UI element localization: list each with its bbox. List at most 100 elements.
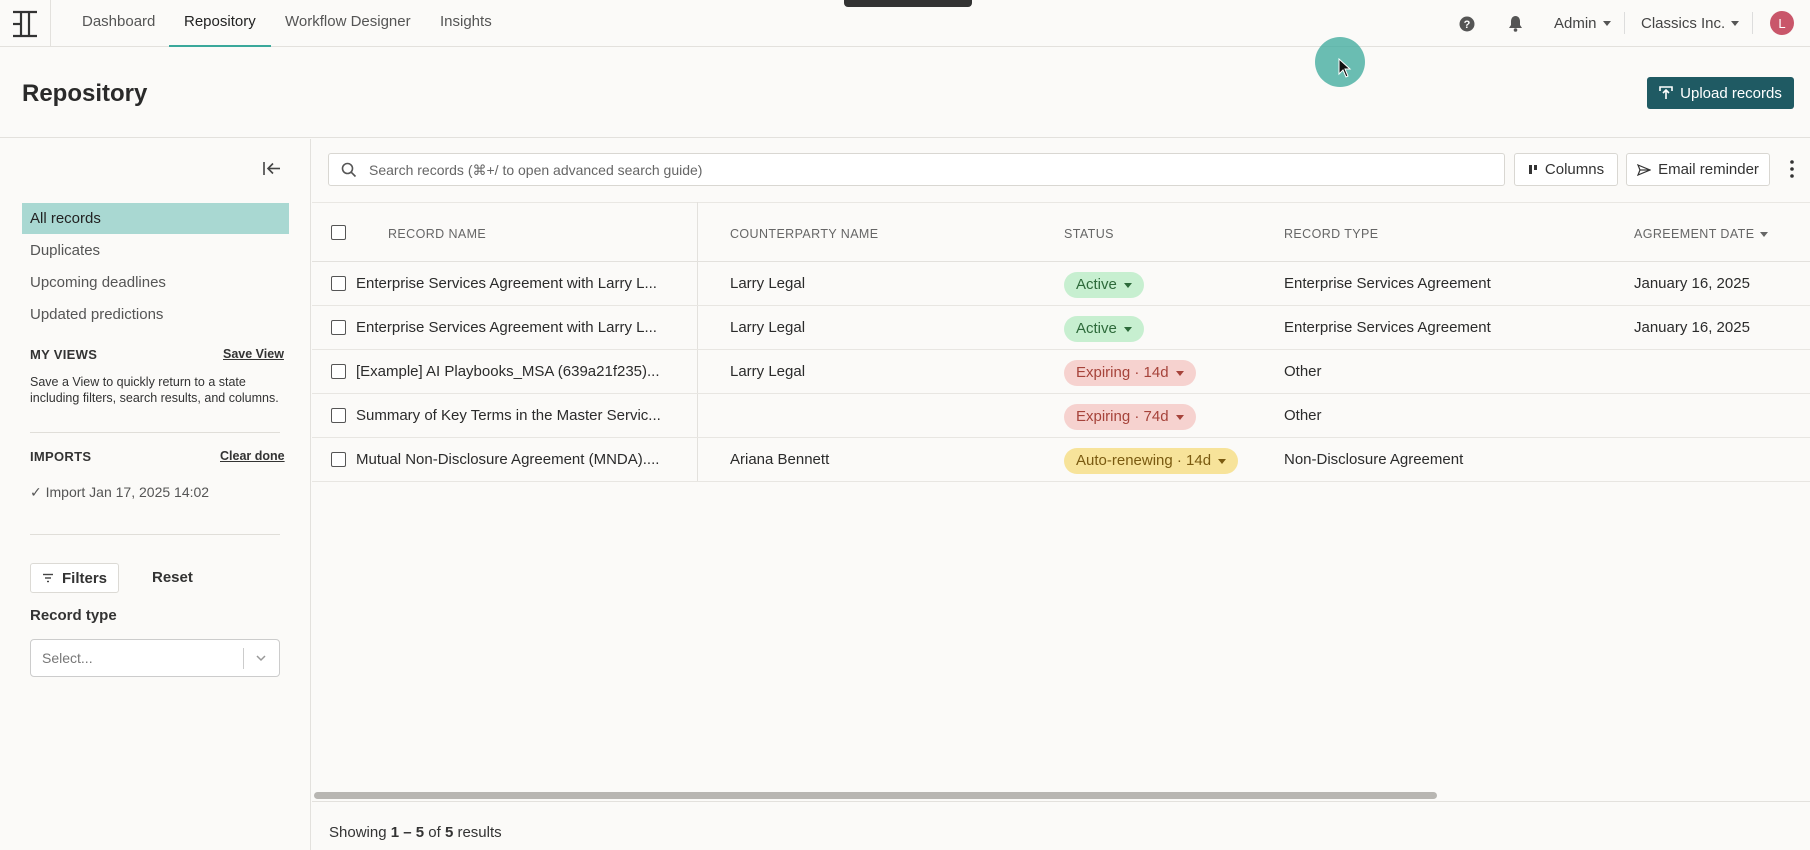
- send-icon: [1637, 163, 1652, 176]
- results-summary: Showing 1 – 5 of 5 results: [329, 824, 502, 841]
- sidebar-item-upcoming-deadlines[interactable]: Upcoming deadlines: [22, 267, 289, 298]
- columns-label: Columns: [1544, 161, 1605, 178]
- sort-descending-icon: [1760, 232, 1769, 238]
- collapse-sidebar-icon[interactable]: [263, 161, 281, 176]
- select-all-checkbox[interactable]: [331, 225, 346, 240]
- app-logo-icon[interactable]: [0, 0, 51, 47]
- results-of: of: [424, 824, 445, 841]
- status-label: Expiring · 74d: [1076, 408, 1169, 425]
- counterparty-cell: Ariana Bennett: [730, 451, 830, 468]
- email-reminder-label: Email reminder: [1658, 161, 1759, 178]
- status-badge[interactable]: Active: [1064, 272, 1144, 298]
- page-title: Repository: [22, 80, 148, 107]
- counterparty-cell: Larry Legal: [730, 319, 806, 336]
- row-checkbox[interactable]: [331, 276, 346, 291]
- search-bar[interactable]: [328, 153, 1505, 186]
- columns-icon: [1528, 165, 1537, 174]
- horizontal-scrollbar[interactable]: [314, 792, 1437, 799]
- row-checkbox[interactable]: [331, 320, 346, 335]
- nav-divider: [1752, 12, 1753, 34]
- more-options-icon[interactable]: [1787, 158, 1797, 180]
- select-divider: [243, 648, 244, 669]
- status-badge[interactable]: Expiring · 14d: [1064, 360, 1196, 386]
- nav-tab-workflow-designer[interactable]: Workflow Designer: [285, 0, 411, 47]
- sidebar: All records Duplicates Upcoming deadline…: [0, 139, 311, 850]
- row-checkbox[interactable]: [331, 408, 346, 423]
- admin-menu[interactable]: Admin: [1554, 0, 1611, 47]
- filter-icon: [42, 573, 53, 583]
- search-input[interactable]: [369, 160, 1489, 180]
- record-name-cell[interactable]: [Example] AI Playbooks_MSA (639a21f235).…: [356, 363, 660, 380]
- import-item[interactable]: ✓ Import Jan 17, 2025 14:02: [30, 484, 285, 500]
- status-label: Active: [1076, 276, 1117, 293]
- search-icon: [341, 162, 357, 178]
- save-view-link[interactable]: Save View: [223, 347, 284, 361]
- nav-tab-insights[interactable]: Insights: [440, 0, 492, 47]
- window-notch: [844, 0, 972, 7]
- sidebar-item-updated-predictions[interactable]: Updated predictions: [22, 299, 289, 330]
- chevron-down-icon: [1175, 414, 1184, 420]
- agreement-date-cell: January 16, 2025: [1634, 319, 1750, 336]
- results-prefix: Showing: [329, 824, 391, 841]
- record-type-label: Record type: [30, 607, 117, 624]
- column-header-record-name[interactable]: RECORD NAME: [388, 227, 486, 241]
- organization-menu-label: Classics Inc.: [1641, 15, 1726, 32]
- divider: [30, 432, 280, 433]
- nav-tab-dashboard[interactable]: Dashboard: [82, 0, 155, 47]
- email-reminder-button[interactable]: Email reminder: [1626, 153, 1770, 186]
- sidebar-item-all-records[interactable]: All records: [22, 203, 289, 234]
- results-footer: Showing 1 – 5 of 5 results: [312, 801, 1810, 850]
- status-badge[interactable]: Expiring · 74d: [1064, 404, 1196, 430]
- row-checkbox[interactable]: [331, 364, 346, 379]
- column-header-counterparty-name[interactable]: COUNTERPARTY NAME: [730, 227, 879, 241]
- admin-menu-label: Admin: [1554, 15, 1597, 32]
- user-avatar[interactable]: L: [1770, 11, 1794, 35]
- organization-menu[interactable]: Classics Inc.: [1641, 0, 1740, 47]
- page-header: Repository Upload records: [0, 48, 1810, 138]
- my-views-hint: Save a View to quickly return to a state…: [30, 375, 279, 405]
- row-checkbox[interactable]: [331, 452, 346, 467]
- table-row[interactable]: Enterprise Services Agreement with Larry…: [312, 262, 1810, 306]
- columns-button[interactable]: Columns: [1514, 153, 1618, 186]
- clear-done-link[interactable]: Clear done: [220, 449, 285, 463]
- record-type-cell: Non-Disclosure Agreement: [1284, 451, 1464, 468]
- record-name-cell[interactable]: Enterprise Services Agreement with Larry…: [356, 319, 657, 336]
- table-row[interactable]: Mutual Non-Disclosure Agreement (MNDA)..…: [312, 438, 1810, 482]
- record-name-cell[interactable]: Enterprise Services Agreement with Larry…: [356, 275, 657, 292]
- imports-title: IMPORTS: [30, 449, 92, 464]
- sidebar-item-duplicates[interactable]: Duplicates: [22, 235, 289, 266]
- help-icon[interactable]: ?: [1459, 0, 1475, 47]
- counterparty-cell: Larry Legal: [730, 363, 806, 380]
- record-type-select[interactable]: Select...: [30, 639, 280, 677]
- filters-button[interactable]: Filters: [30, 563, 119, 593]
- chevron-down-icon: [256, 655, 266, 662]
- divider: [30, 534, 280, 535]
- chevron-down-icon: [1218, 458, 1227, 464]
- column-header-agreement-date[interactable]: AGREEMENT DATE: [1634, 227, 1769, 241]
- top-navigation: Dashboard Repository Workflow Designer I…: [0, 0, 1810, 47]
- record-name-cell[interactable]: Summary of Key Terms in the Master Servi…: [356, 407, 661, 424]
- table-row[interactable]: Enterprise Services Agreement with Larry…: [312, 306, 1810, 350]
- record-type-placeholder: Select...: [42, 650, 93, 666]
- chevron-down-icon: [1123, 282, 1132, 288]
- upload-records-button[interactable]: Upload records: [1647, 77, 1794, 109]
- record-type-cell: Other: [1284, 407, 1322, 424]
- record-name-cell[interactable]: Mutual Non-Disclosure Agreement (MNDA)..…: [356, 451, 659, 468]
- column-header-status[interactable]: STATUS: [1064, 227, 1114, 241]
- column-header-record-type[interactable]: RECORD TYPE: [1284, 227, 1378, 241]
- record-type-cell: Enterprise Services Agreement: [1284, 319, 1491, 336]
- chevron-down-icon: [1175, 370, 1184, 376]
- svg-text:?: ?: [1464, 19, 1471, 31]
- nav-tab-repository[interactable]: Repository: [169, 0, 271, 47]
- status-badge[interactable]: Active: [1064, 316, 1144, 342]
- chevron-down-icon: [1123, 326, 1132, 332]
- nav-divider: [1624, 12, 1625, 34]
- table-row[interactable]: [Example] AI Playbooks_MSA (639a21f235).…: [312, 350, 1810, 394]
- reset-button[interactable]: Reset: [152, 569, 193, 586]
- results-suffix: results: [453, 824, 502, 841]
- upload-icon: [1659, 86, 1673, 99]
- status-badge[interactable]: Auto-renewing · 14d: [1064, 448, 1239, 474]
- notifications-bell-icon[interactable]: [1508, 0, 1523, 47]
- status-label: Auto-renewing · 14d: [1076, 452, 1212, 469]
- table-row[interactable]: Summary of Key Terms in the Master Servi…: [312, 394, 1810, 438]
